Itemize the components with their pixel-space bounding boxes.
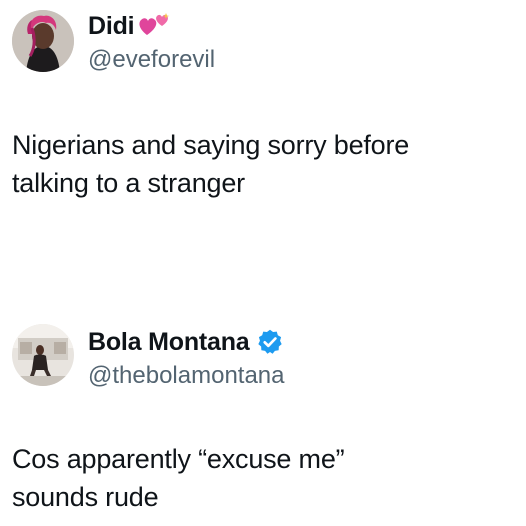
avatar[interactable] [12, 10, 74, 72]
display-name-row: Bola Montana [88, 326, 285, 358]
post-text-line: talking to a stranger [12, 168, 245, 198]
display-name[interactable]: Bola Montana [88, 328, 250, 357]
handle[interactable]: @eveforevil [88, 46, 215, 74]
post-text-line: Nigerians and saying sorry before [12, 130, 410, 160]
display-name[interactable]: Didi [88, 12, 135, 41]
author-names: Bola Montana @thebolamontana [88, 326, 285, 390]
pink-hearts-icon [137, 11, 173, 41]
post-header: Didi @eveforevil [12, 10, 512, 74]
user-avatar-icon [12, 324, 74, 386]
post-text-line: Cos apparently “excuse me” [12, 444, 345, 474]
post-bola-montana: Bola Montana @thebolamontana Cos apparen… [0, 316, 526, 526]
post-header: Bola Montana @thebolamontana [12, 324, 512, 390]
handle[interactable]: @thebolamontana [88, 362, 285, 390]
verified-badge-icon [256, 328, 284, 356]
post-text-line: sounds rude [12, 482, 159, 512]
display-name-row: Didi [88, 10, 215, 42]
post-text: Cos apparently “excuse me” sounds rude [12, 440, 517, 516]
post-text: Nigerians and saying sorry before talkin… [12, 126, 517, 202]
author-names: Didi @eveforevil [88, 10, 215, 74]
avatar[interactable] [12, 324, 74, 386]
user-avatar-icon [12, 10, 74, 72]
post-didi: Didi @eveforevil Nigerians and saying so… [0, 0, 526, 262]
